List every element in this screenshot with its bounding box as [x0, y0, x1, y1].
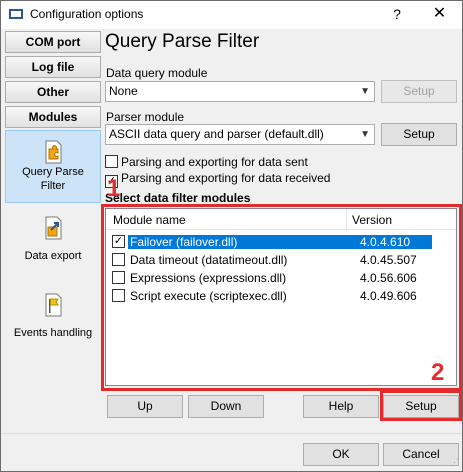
- nav-log-file-button[interactable]: Log file: [5, 56, 101, 78]
- nav-item-events-handling[interactable]: Events handling: [5, 292, 101, 342]
- nav-item-label: Events handling: [13, 327, 93, 339]
- chk-data-sent[interactable]: Parsing and exporting for data sent: [105, 155, 308, 169]
- up-button[interactable]: Up: [107, 395, 183, 418]
- chk-data-received[interactable]: ✓ Parsing and exporting for data received: [105, 171, 330, 188]
- footer-divider: [1, 433, 462, 434]
- chk-data-received-label: Parsing and exporting for data received: [121, 171, 331, 185]
- ok-button[interactable]: OK: [303, 443, 379, 466]
- window-title: Configuration options: [30, 7, 144, 21]
- annotation-marker-1: 1: [107, 175, 121, 202]
- export-icon: [45, 216, 62, 240]
- chevron-down-icon: ▼: [360, 86, 370, 97]
- checkbox-unchecked[interactable]: [105, 155, 118, 168]
- highlight-box-1: [101, 204, 462, 391]
- nav-other-button[interactable]: Other: [5, 81, 101, 103]
- data-query-setup-button[interactable]: Setup: [381, 80, 457, 103]
- nav-item-label: Filter: [40, 180, 66, 192]
- resize-grip-icon[interactable]: ⋰: [450, 457, 459, 468]
- parser-module-value: ASCII data query and parser (default.dll…: [109, 127, 324, 141]
- nav-item-label: Query Parse: [22, 166, 84, 178]
- chevron-down-icon: ▼: [360, 129, 370, 140]
- nav-item-query-parse-filter[interactable]: Query Parse Filter: [5, 130, 101, 203]
- nav-com-port-button[interactable]: COM port: [5, 31, 101, 53]
- help-title-button[interactable]: ?: [379, 1, 415, 29]
- parser-module-select[interactable]: ASCII data query and parser (default.dll…: [105, 124, 375, 145]
- puzzle-icon: [45, 140, 62, 164]
- data-query-select[interactable]: None ▼: [105, 81, 375, 102]
- down-button[interactable]: Down: [188, 395, 264, 418]
- chk-data-sent-label: Parsing and exporting for data sent: [121, 155, 308, 169]
- page-title: Query Parse Filter: [105, 31, 260, 52]
- filter-modules-title: Select data filter modules: [105, 191, 251, 205]
- highlight-box-2: [380, 390, 462, 421]
- close-button[interactable]: ✕: [417, 1, 462, 29]
- data-query-value: None: [109, 84, 138, 98]
- nav-modules-button[interactable]: Modules: [5, 106, 101, 128]
- parser-module-label: Parser module: [106, 110, 185, 124]
- configuration-window: Configuration options ? ✕ COM port Log f…: [0, 0, 463, 472]
- cancel-button[interactable]: Cancel: [383, 443, 459, 466]
- nav-item-label: Data export: [24, 250, 82, 262]
- data-query-label: Data query module: [106, 66, 208, 80]
- parser-setup-button[interactable]: Setup: [381, 123, 457, 146]
- flag-icon: [45, 293, 62, 317]
- title-bar: Configuration options ? ✕: [1, 1, 462, 29]
- help-button[interactable]: Help: [303, 395, 379, 418]
- nav-item-data-export[interactable]: Data export: [5, 215, 101, 271]
- app-icon: [9, 9, 23, 19]
- annotation-marker-2: 2: [431, 359, 445, 386]
